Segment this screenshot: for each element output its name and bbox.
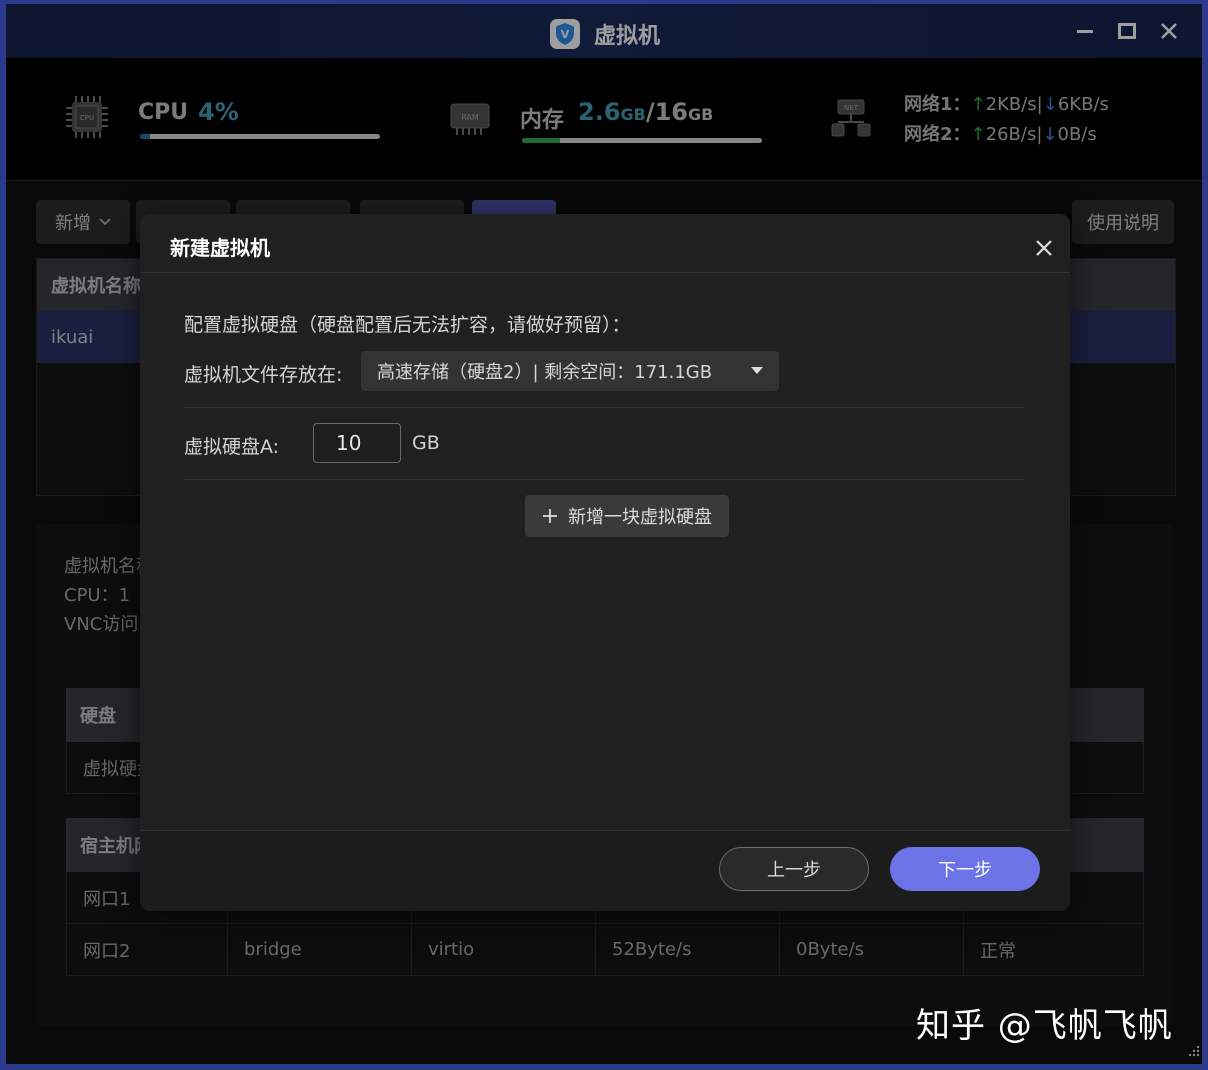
storage-divider (184, 407, 1024, 408)
close-icon (1036, 240, 1052, 256)
plus-icon (543, 509, 557, 523)
previous-step-button[interactable]: 上一步 (719, 847, 869, 891)
add-virtual-disk-button[interactable]: 新增一块虚拟硬盘 (525, 495, 729, 537)
caret-down-icon (751, 367, 763, 374)
watermark: 知乎 @飞帆飞帆 (916, 1006, 1173, 1046)
disk-section-label: 配置虚拟硬盘（硬盘配置后无法扩容，请做好预留）： (184, 314, 631, 336)
storage-location-label: 虚拟机文件存放在: (184, 364, 343, 386)
app-window: V 虚拟机 CPU CPU 4% RAM 内存 2.6GB/16GB NET 网… (6, 4, 1202, 1064)
disk-a-label: 虚拟硬盘A: (184, 436, 280, 458)
disk-divider (184, 479, 1024, 480)
new-vm-dialog: 新建虚拟机 配置虚拟硬盘（硬盘配置后无法扩容，请做好预留）： 虚拟机文件存放在:… (140, 214, 1070, 911)
dialog-title: 新建虚拟机 (170, 236, 270, 260)
next-step-button[interactable]: 下一步 (890, 847, 1040, 891)
disk-a-size-input[interactable] (313, 423, 401, 463)
resize-grip-icon[interactable] (1186, 1044, 1200, 1058)
header-divider (140, 272, 1070, 273)
storage-location-select[interactable]: 高速存储（硬盘2）| 剩余空间：171.1GB (361, 351, 779, 391)
disk-a-unit: GB (412, 432, 440, 454)
dialog-close-button[interactable] (1032, 236, 1056, 260)
